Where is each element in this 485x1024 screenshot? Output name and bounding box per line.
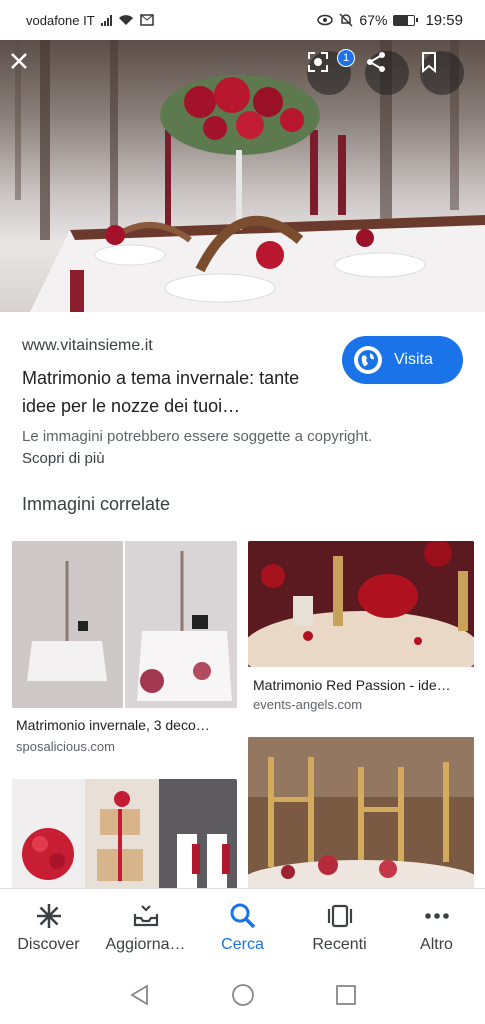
bottom-nav: Discover Aggiorna… Cerca Recenti Altro xyxy=(0,888,485,966)
learn-more-link[interactable]: Scopri di più xyxy=(22,450,105,467)
related-image-4[interactable] xyxy=(248,737,474,891)
visit-button[interactable]: Visita xyxy=(342,336,463,384)
inbox-icon xyxy=(133,904,158,926)
clock: 19:59 xyxy=(425,11,463,29)
nav-search[interactable]: Cerca xyxy=(198,902,288,954)
battery-icon xyxy=(393,14,419,26)
hero-image[interactable]: 1 xyxy=(0,40,485,312)
back-icon[interactable] xyxy=(129,984,151,1006)
home-icon[interactable] xyxy=(231,983,255,1007)
related-source-1: sposalicious.com xyxy=(16,739,115,754)
asterisk-icon xyxy=(36,903,61,928)
related-caption-1[interactable]: Matrimonio invernale, 3 deco… xyxy=(16,717,241,733)
nav-more-label: Altro xyxy=(420,935,453,953)
tabs-icon xyxy=(327,904,352,927)
site-url[interactable]: www.vitainsieme.it xyxy=(22,337,153,355)
nav-search-label: Cerca xyxy=(221,935,264,953)
eye-icon xyxy=(317,14,334,26)
related-image-1[interactable] xyxy=(12,541,237,708)
bouquet-collage-thumb xyxy=(12,779,237,891)
wifi-icon xyxy=(118,15,133,25)
bookmark-icon xyxy=(422,52,436,73)
nav-more[interactable]: Altro xyxy=(392,902,482,954)
globe-icon xyxy=(354,346,382,374)
message-icon xyxy=(139,14,154,26)
close-icon xyxy=(11,53,27,69)
nav-discover-label: Discover xyxy=(17,935,80,953)
lens-badge: 1 xyxy=(337,49,355,67)
battery-percent: 67% xyxy=(359,12,388,28)
mute-bell-icon xyxy=(339,13,353,27)
share-icon xyxy=(367,52,385,72)
golden-chairs-thumb xyxy=(248,737,474,891)
lens-icon xyxy=(308,52,328,72)
winter-table-photo xyxy=(15,40,485,312)
save-button[interactable] xyxy=(420,51,464,95)
nav-recent-label: Recenti xyxy=(312,935,367,953)
related-image-3[interactable] xyxy=(12,779,237,891)
signal-icon xyxy=(100,14,112,26)
nav-recent[interactable]: Recenti xyxy=(295,902,385,954)
recents-icon[interactable] xyxy=(335,984,357,1006)
related-source-2: events-angels.com xyxy=(253,697,363,712)
related-image-2[interactable] xyxy=(248,541,474,667)
carrier-label: vodafone IT xyxy=(26,12,95,28)
related-caption-2[interactable]: Matrimonio Red Passion - ide… xyxy=(253,677,478,693)
visit-label: Visita xyxy=(394,351,433,368)
search-icon xyxy=(230,903,255,928)
more-dots-icon xyxy=(424,912,449,919)
nav-discover[interactable]: Discover xyxy=(4,902,94,954)
system-nav-bar xyxy=(0,966,485,1024)
nav-updates[interactable]: Aggiorna… xyxy=(101,902,191,954)
related-heading: Immagini correlate xyxy=(22,494,171,514)
copyright-notice: Le immagini potrebbero essere soggette a… xyxy=(22,428,373,445)
winter-wedding-thumb xyxy=(12,541,237,708)
share-button[interactable] xyxy=(365,51,409,95)
nav-updates-label: Aggiorna… xyxy=(105,935,186,953)
result-title[interactable]: Matrimonio a tema invernale: tante idee … xyxy=(22,364,322,420)
close-button[interactable] xyxy=(9,51,53,95)
red-passion-thumb xyxy=(248,541,474,667)
status-bar: vodafone IT 67% 19:59 xyxy=(0,0,485,40)
